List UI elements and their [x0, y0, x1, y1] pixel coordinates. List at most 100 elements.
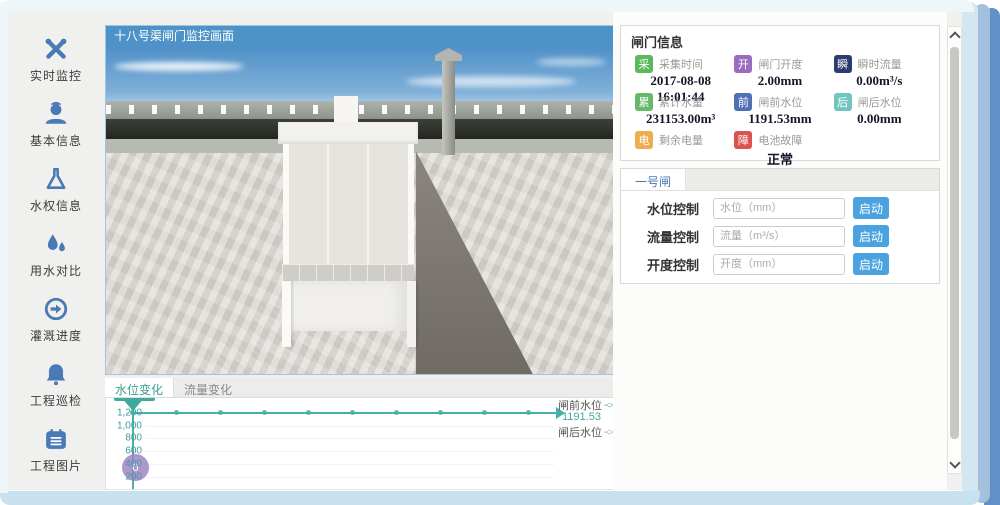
window-frame-top — [0, 0, 974, 12]
tools-icon — [43, 36, 69, 62]
tab-flow-change[interactable]: 流量变化 — [174, 378, 242, 397]
start-button[interactable]: 启动 — [853, 253, 889, 275]
field-label: 瞬时流量 — [858, 56, 902, 72]
control-input[interactable] — [713, 226, 845, 247]
gate-info-grid: 采 采集时间 2017-08-08 16:01:44 开 闸门开度 2.00mm — [631, 55, 929, 166]
field-label: 电池故障 — [758, 132, 802, 148]
field-value: 0.00m³/s — [830, 73, 929, 90]
line-data-point — [174, 410, 179, 415]
control-rows: 水位控制 启动 流量控制 启动 开度控制 — [621, 191, 939, 275]
gate-3d-scene[interactable] — [106, 46, 614, 374]
legend-back-water-level[interactable]: 闸后水位 -○- — [558, 425, 615, 439]
scrollbar-thumb[interactable] — [950, 47, 959, 439]
gate-skirt — [288, 281, 408, 331]
right-column: 闸门信息 采 采集时间 2017-08-08 16:01:44 — [613, 12, 947, 490]
vertical-scrollbar[interactable] — [947, 26, 962, 474]
field-value: 2.00mm — [730, 73, 829, 90]
viewport-title: 十八号渠闸门监控画面 — [106, 26, 614, 46]
gridline — [146, 438, 554, 439]
sidebar-item[interactable]: 工程图片 — [30, 426, 82, 474]
control-input[interactable] — [713, 254, 845, 275]
water-level-chart-panel: 水位变化 流量变化 1,191.53 0 闸前水位 -○- 闸后水位 - — [105, 378, 615, 490]
line-data-point — [218, 410, 223, 415]
sidebar-item[interactable]: 实时监控 — [30, 36, 82, 84]
field-badge-icon: 电 — [635, 131, 653, 149]
front-water-level-line — [132, 412, 558, 414]
sidebar-item[interactable]: 工程巡检 — [30, 361, 82, 409]
field-value: 正常 — [730, 149, 829, 166]
sidebar-item-label: 灌溉进度 — [30, 327, 82, 344]
window-frame-right-pale — [962, 2, 978, 499]
sidebar-item[interactable]: 灌溉进度 — [30, 296, 82, 344]
field-badge-icon: 前 — [734, 93, 752, 111]
sidebar-item[interactable]: 水权信息 — [30, 166, 82, 214]
field-label: 闸门开度 — [758, 56, 802, 72]
field-value: 0.00mm — [830, 111, 929, 128]
cloud — [536, 58, 606, 66]
cloud — [406, 76, 576, 87]
sidebar-nav: 实时监控 基本信息 水权信息 用水对比 — [8, 12, 104, 490]
control-input[interactable] — [713, 198, 845, 219]
field-badge-icon: 开 — [734, 55, 752, 73]
field-badge-icon: 累 — [635, 93, 653, 111]
notebook-icon — [43, 426, 69, 452]
line-chart: 1,191.53 0 闸前水位 -○- 闸后水位 -○- 1191.53 1,2… — [105, 398, 615, 490]
field-value — [631, 149, 730, 166]
field-label: 闸后水位 — [858, 94, 902, 110]
gate-info-field: 障 电池故障 正常 — [730, 131, 829, 166]
line-data-point — [130, 410, 135, 415]
scroll-up-icon[interactable] — [949, 31, 960, 42]
gridline — [146, 477, 554, 478]
line-data-point — [394, 410, 399, 415]
gate-info-field: 前 闸前水位 1191.53mm — [730, 93, 829, 128]
flask-icon — [43, 166, 69, 192]
gate-right-leg — [407, 281, 416, 347]
line-data-point — [438, 410, 443, 415]
app-content: 实时监控 基本信息 水权信息 用水对比 — [8, 12, 962, 490]
legend-front-water-level[interactable]: 闸前水位 -○- — [558, 398, 615, 412]
gate-top-block — [334, 96, 358, 122]
start-button[interactable]: 启动 — [853, 225, 889, 247]
tab-gate-one[interactable]: 一号闸 — [621, 169, 686, 190]
front-level-value: 1191.53 — [562, 411, 601, 423]
sidebar-item[interactable]: 基本信息 — [30, 101, 82, 149]
gridline — [146, 464, 554, 465]
tab-water-level-change[interactable]: 水位变化 — [105, 378, 174, 397]
window-frame-bottom — [0, 491, 980, 505]
sidebar-item-label: 基本信息 — [30, 132, 82, 149]
y-axis-tick-label: 800 — [108, 433, 142, 444]
gate-deck — [282, 264, 414, 281]
gridline — [146, 426, 554, 427]
field-label: 剩余电量 — [659, 132, 703, 148]
gate-info-panel: 闸门信息 采 采集时间 2017-08-08 16:01:44 — [620, 25, 940, 161]
control-row: 开度控制 启动 — [647, 253, 939, 275]
gate-control-tabbar: 一号闸 — [621, 169, 939, 191]
field-badge-icon: 后 — [834, 93, 852, 111]
line-data-point — [350, 410, 355, 415]
field-value: 231153.00m³ — [631, 111, 730, 128]
gate-info-field: 电 剩余电量 — [631, 131, 730, 166]
line-data-point — [482, 410, 487, 415]
sidebar-item-label: 水权信息 — [30, 197, 82, 214]
gridline — [146, 451, 554, 452]
field-label: 闸前水位 — [758, 94, 802, 110]
app-window: 实时监控 基本信息 水权信息 用水对比 — [0, 0, 1000, 505]
field-value: 1191.53mm — [730, 111, 829, 128]
gate-info-field: 累 累计水量 231153.00m³ — [631, 93, 730, 128]
gate-info-field: 后 闸后水位 0.00mm — [830, 93, 929, 128]
bell-icon — [43, 361, 69, 387]
gate-info-title: 闸门信息 — [631, 32, 929, 51]
scroll-down-icon[interactable] — [949, 457, 960, 468]
control-label: 水位控制 — [647, 199, 705, 218]
field-badge-icon: 瞬 — [834, 55, 852, 73]
start-button[interactable]: 启动 — [853, 197, 889, 219]
field-badge-icon: 采 — [635, 55, 653, 73]
gate-lintel-beam — [278, 122, 418, 144]
pole-top — [435, 48, 462, 61]
control-row: 水位控制 启动 — [647, 197, 939, 219]
control-row: 流量控制 启动 — [647, 225, 939, 247]
worker-icon — [43, 101, 69, 127]
line-data-point — [306, 410, 311, 415]
sidebar-item[interactable]: 用水对比 — [30, 231, 82, 279]
gate-back-panel — [285, 144, 411, 264]
